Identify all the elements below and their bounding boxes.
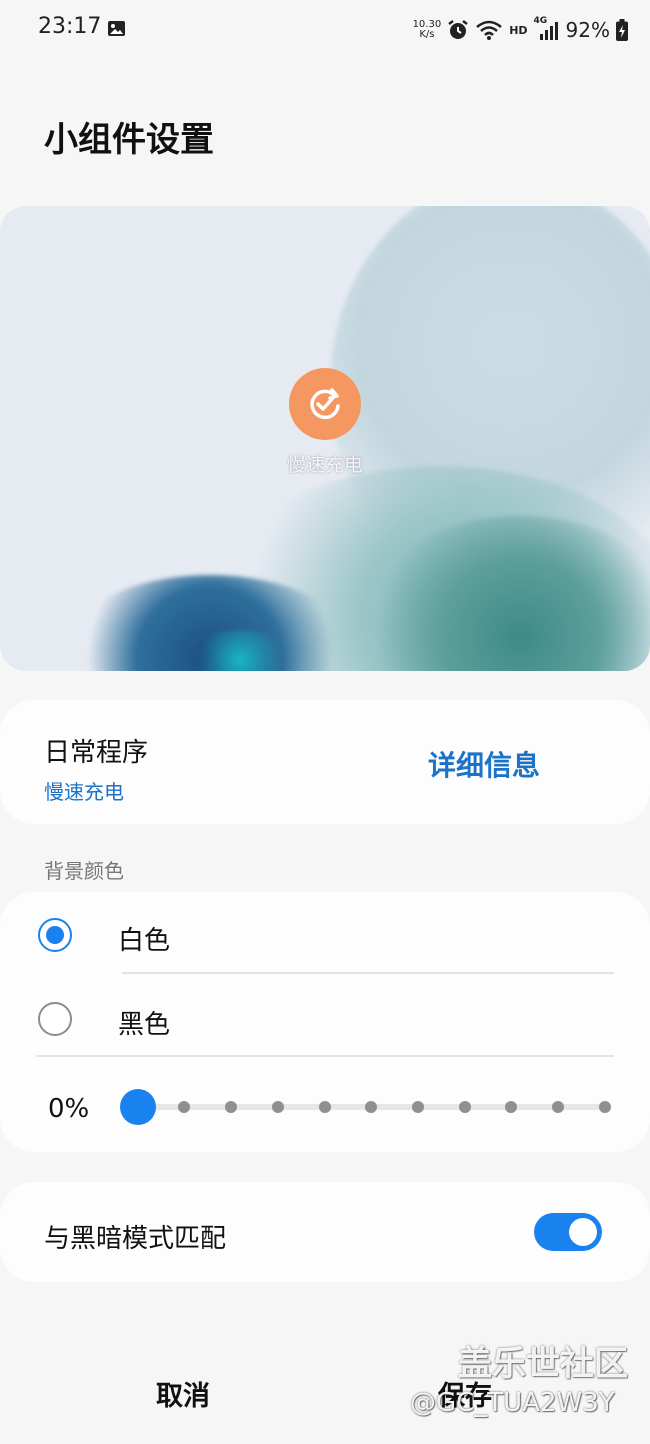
slider-step [459, 1101, 471, 1113]
battery-charging-icon [616, 19, 628, 41]
slider-step [412, 1101, 424, 1113]
dark-mode-card: 与黑暗模式匹配 [0, 1182, 650, 1282]
slider-step [319, 1101, 331, 1113]
slider-step [505, 1101, 517, 1113]
toggle-knob [567, 1216, 599, 1248]
net-speed: 10.30 K/s [413, 20, 442, 40]
routine-card: 日常程序 慢速充电 详细信息 [0, 700, 650, 824]
transparency-slider-thumb[interactable] [120, 1089, 156, 1125]
refresh-check-icon [289, 368, 361, 440]
background-color-card: 白色 黑色 [0, 892, 650, 1152]
slider-step [599, 1101, 611, 1113]
status-icons: 10.30 K/s HD 4G 92% [413, 12, 628, 48]
divider [122, 972, 614, 974]
slider-step [552, 1101, 564, 1113]
routine-subtitle: 慢速充电 [44, 780, 124, 804]
slider-step [272, 1101, 284, 1113]
background-color-label: 背景颜色 [44, 859, 124, 883]
status-bar: 23:17 10.30 K/s HD 4G 92% [0, 0, 650, 60]
status-time: 23:17 [38, 14, 102, 39]
option-white[interactable]: 白色 [0, 896, 650, 976]
dark-mode-toggle[interactable] [534, 1213, 602, 1251]
watermark-handle: @GC_TUA2W3Y [410, 1388, 615, 1418]
hd-badge: HD [509, 23, 528, 37]
alarm-icon [448, 20, 468, 39]
option-white-label: 白色 [118, 926, 171, 956]
net-speed-unit: K/s [419, 29, 435, 40]
divider [36, 1055, 614, 1057]
slider-step [178, 1101, 190, 1113]
slow-charging-widget[interactable]: 慢速充电 [270, 368, 380, 477]
radio-black[interactable] [38, 1002, 72, 1036]
wifi-icon [476, 20, 503, 40]
option-black[interactable]: 黑色 [0, 980, 650, 1060]
routine-title: 日常程序 [44, 738, 149, 768]
slider-step [365, 1101, 377, 1113]
option-black-label: 黑色 [118, 1010, 171, 1040]
watermark-title: 盖乐世社区 [458, 1344, 628, 1384]
widget-label: 慢速充电 [286, 454, 363, 476]
details-link[interactable]: 详细信息 [428, 744, 540, 784]
gallery-icon [108, 21, 125, 36]
dark-mode-label: 与黑暗模式匹配 [44, 1224, 227, 1254]
transparency-value: 0% [48, 1094, 90, 1124]
signal-icon: 4G [534, 16, 560, 42]
battery-percentage: 92% [565, 18, 610, 42]
radio-white[interactable] [38, 918, 72, 952]
cancel-button[interactable]: 取消 [156, 1374, 210, 1413]
page-title: 小组件设置 [44, 120, 214, 160]
slider-step [225, 1101, 237, 1113]
